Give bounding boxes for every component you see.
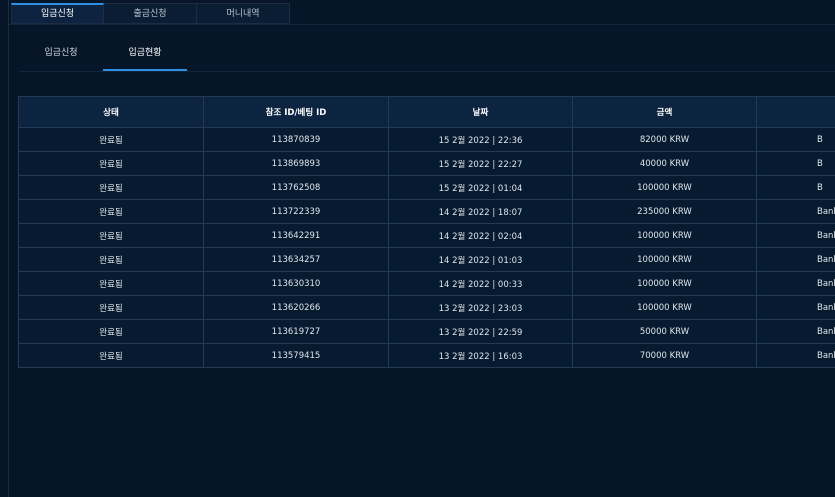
cell-date: 14 2월 2022 | 00:33 [388,271,573,296]
cell-status: 완료됨 [18,175,204,200]
cell-amount: 100000 KRW [572,223,757,248]
table-row: 완료됨 113869893 15 2월 2022 | 22:27 40000 K… [18,151,835,176]
subtab-deposit-status[interactable]: 입금현황 [103,40,187,71]
table-row: 완료됨 113762508 15 2월 2022 | 01:04 100000 … [18,175,835,200]
cell-status: 완료됨 [18,343,204,368]
sub-tab-bar: 입금신청 입금현황 [19,40,187,71]
top-tab-divider [9,24,835,25]
cell-status: 완료됨 [18,247,204,272]
cell-method: B [756,127,835,152]
cell-ref-id: 113722339 [203,199,389,224]
table-row: 완료됨 113620266 13 2월 2022 | 23:03 100000 … [18,295,835,320]
cell-date: 13 2월 2022 | 22:59 [388,319,573,344]
cell-date: 15 2월 2022 | 01:04 [388,175,573,200]
deposit-page: 입금신청 출금신청 머니내역 입금신청 입금현황 상태 참조 ID/베팅 ID … [0,0,835,497]
cell-amount: 100000 KRW [572,175,757,200]
table-row: 완료됨 113579415 13 2월 2022 | 16:03 70000 K… [18,343,835,368]
cell-date: 15 2월 2022 | 22:27 [388,151,573,176]
table-row: 완료됨 113634257 14 2월 2022 | 01:03 100000 … [18,247,835,272]
cell-ref-id: 113642291 [203,223,389,248]
cell-ref-id: 113634257 [203,247,389,272]
table-row: 완료됨 113619727 13 2월 2022 | 22:59 50000 K… [18,319,835,344]
tab-money-history[interactable]: 머니내역 [197,3,290,24]
subtab-deposit-request[interactable]: 입금신청 [19,40,103,71]
table-row: 완료됨 113642291 14 2월 2022 | 02:04 100000 … [18,223,835,248]
cell-amount: 70000 KRW [572,343,757,368]
cell-method: BankT [756,271,835,296]
cell-method: BankT [756,223,835,248]
cell-amount: 100000 KRW [572,295,757,320]
cell-method: BankT [756,295,835,320]
cell-date: 14 2월 2022 | 01:03 [388,247,573,272]
cell-date: 13 2월 2022 | 23:03 [388,295,573,320]
column-header-method [756,96,835,128]
deposit-history-table: 상태 참조 ID/베팅 ID 날짜 금액 완료됨 113870839 15 2월… [18,96,835,368]
cell-amount: 50000 KRW [572,319,757,344]
cell-ref-id: 113619727 [203,319,389,344]
table-header-row: 상태 참조 ID/베팅 ID 날짜 금액 [18,96,835,128]
cell-method: B [756,175,835,200]
cell-method: BankT [756,247,835,272]
cell-status: 완료됨 [18,319,204,344]
cell-date: 13 2월 2022 | 16:03 [388,343,573,368]
cell-amount: 82000 KRW [572,127,757,152]
cell-date: 14 2월 2022 | 02:04 [388,223,573,248]
column-header-status: 상태 [18,96,204,128]
cell-status: 완료됨 [18,127,204,152]
table-row: 완료됨 113630310 14 2월 2022 | 00:33 100000 … [18,271,835,296]
cell-amount: 100000 KRW [572,271,757,296]
column-header-date: 날짜 [388,96,573,128]
cell-status: 완료됨 [18,223,204,248]
cell-ref-id: 113762508 [203,175,389,200]
cell-ref-id: 113870839 [203,127,389,152]
cell-status: 완료됨 [18,151,204,176]
left-divider [8,0,9,497]
column-header-ref-id: 참조 ID/베팅 ID [203,96,389,128]
cell-amount: 40000 KRW [572,151,757,176]
cell-ref-id: 113579415 [203,343,389,368]
cell-amount: 100000 KRW [572,247,757,272]
table-row: 완료됨 113722339 14 2월 2022 | 18:07 235000 … [18,199,835,224]
table-row: 완료됨 113870839 15 2월 2022 | 22:36 82000 K… [18,127,835,152]
tab-withdraw-request[interactable]: 출금신청 [104,3,197,24]
cell-method: BankT [756,343,835,368]
cell-status: 완료됨 [18,295,204,320]
cell-ref-id: 113620266 [203,295,389,320]
sub-tab-divider [19,71,835,72]
cell-method: BankT [756,319,835,344]
cell-date: 15 2월 2022 | 22:36 [388,127,573,152]
cell-ref-id: 113630310 [203,271,389,296]
cell-ref-id: 113869893 [203,151,389,176]
cell-amount: 235000 KRW [572,199,757,224]
column-header-amount: 금액 [572,96,757,128]
cell-method: B [756,151,835,176]
cell-status: 완료됨 [18,199,204,224]
cell-date: 14 2월 2022 | 18:07 [388,199,573,224]
top-tab-bar: 입금신청 출금신청 머니내역 [11,3,290,24]
cell-method: BankT [756,199,835,224]
tab-deposit-request[interactable]: 입금신청 [11,3,104,24]
cell-status: 완료됨 [18,271,204,296]
